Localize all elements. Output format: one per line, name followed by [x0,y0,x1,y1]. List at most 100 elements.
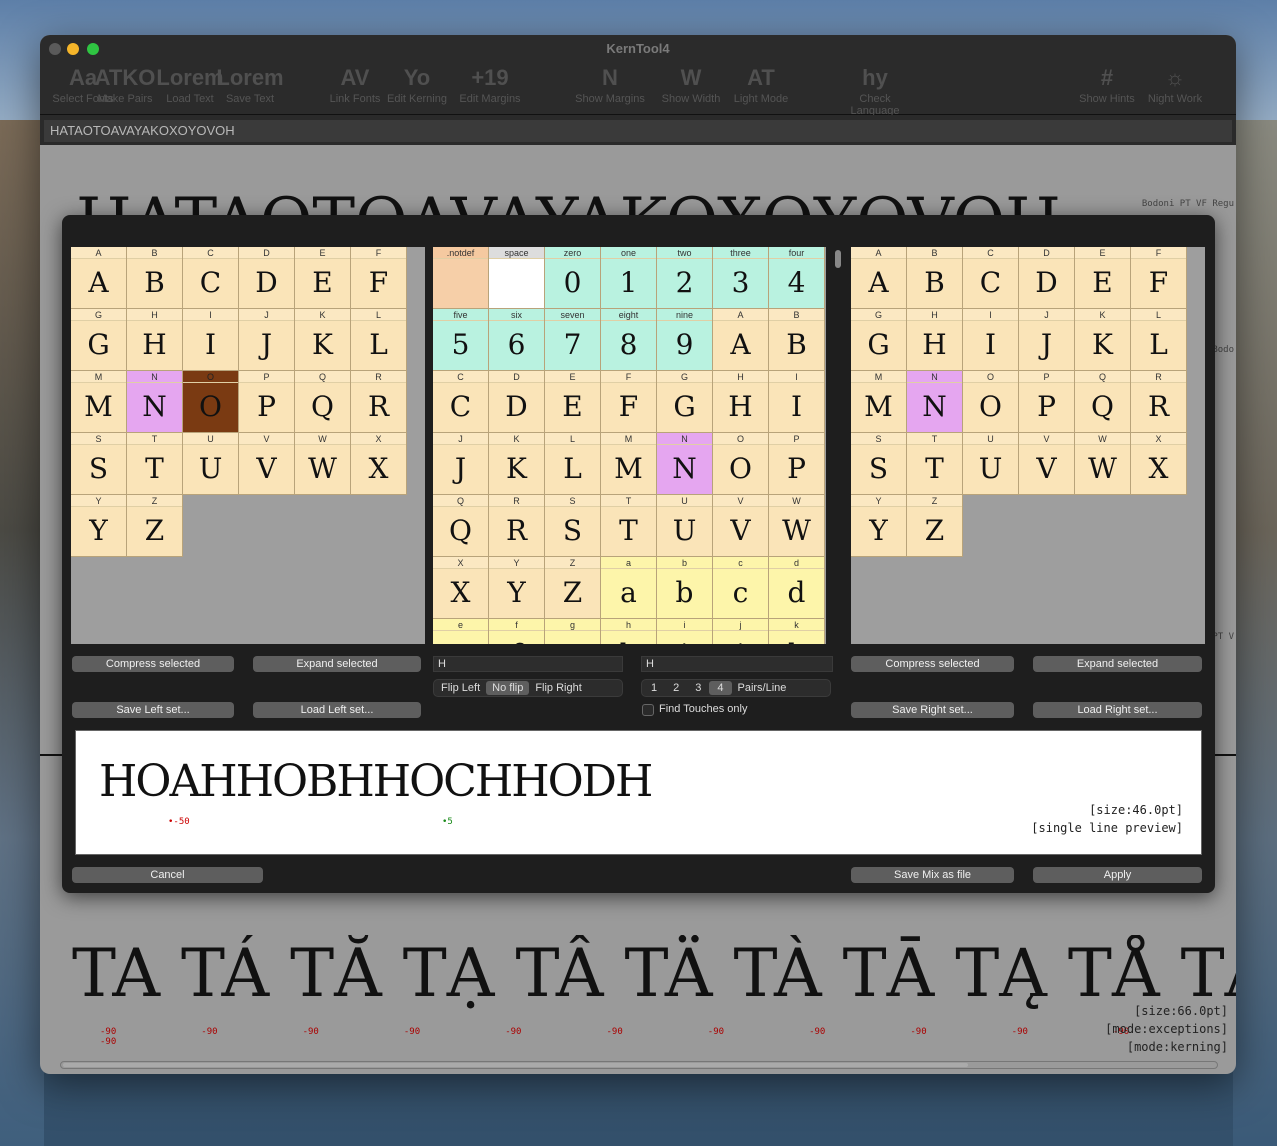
glyph-cell[interactable]: OO [963,371,1019,433]
glyph-cell[interactable]: NN [127,371,183,433]
glyph-cell[interactable]: QQ [433,495,489,557]
glyph-cell[interactable]: PP [769,433,825,495]
toolbar-check-language-button[interactable]: hy Check Language [835,63,915,117]
toolbar-save-text-button[interactable]: Lorem Save Text [210,63,290,105]
glyph-cell[interactable]: WW [295,433,351,495]
glyph-cell[interactable]: AA [713,309,769,371]
toolbar-light-mode-button[interactable]: AT Light Mode [721,63,801,105]
glyph-cell[interactable]: EE [1075,247,1131,309]
glyph-cell[interactable]: KK [1075,309,1131,371]
glyph-cell[interactable]: SS [71,433,127,495]
glyph-cell[interactable]: six 6 [489,309,545,371]
glyph-cell[interactable]: RR [489,495,545,557]
find-touches-checkbox[interactable] [642,704,654,716]
glyph-cell[interactable]: ii [657,619,713,644]
glyph-cell[interactable]: AA [71,247,127,309]
horizontal-scrollbar[interactable] [60,1061,1218,1069]
glyph-cell[interactable]: YY [851,495,907,557]
glyph-cell[interactable]: UU [183,433,239,495]
glyph-cell[interactable]: YY [71,495,127,557]
toolbar-show-width-button[interactable]: W Show Width [651,63,731,105]
glyph-cell[interactable]: DD [239,247,295,309]
glyph-cell[interactable]: GG [851,309,907,371]
glyph-cell[interactable]: TT [127,433,183,495]
pairs-option-3[interactable]: 3 [687,681,709,695]
glyph-cell[interactable]: VV [713,495,769,557]
glyph-cell[interactable]: ZZ [545,557,601,619]
glyph-cell[interactable]: NN [657,433,713,495]
glyph-cell[interactable]: FF [1131,247,1187,309]
glyph-cell[interactable]: JJ [239,309,295,371]
glyph-cell[interactable]: CC [433,371,489,433]
glyph-cell[interactable]: VV [1019,433,1075,495]
glyph-cell[interactable]: QQ [1075,371,1131,433]
expand-selected-right-button[interactable]: Expand selected [1033,656,1202,672]
glyph-cell[interactable]: ee [433,619,489,644]
expand-selected-left-button[interactable]: Expand selected [253,656,421,672]
glyph-cell[interactable]: XX [433,557,489,619]
glyph-cell[interactable]: II [963,309,1019,371]
glyph-cell[interactable]: dd [769,557,825,619]
glyph-cell[interactable]: MM [601,433,657,495]
glyph-cell[interactable]: XX [351,433,407,495]
save-right-set-button[interactable]: Save Right set... [851,702,1014,718]
glyph-cell[interactable]: CC [963,247,1019,309]
glyph-cell[interactable]: aa [601,557,657,619]
load-right-set-button[interactable]: Load Right set... [1033,702,1202,718]
glyph-cell[interactable]: ZZ [907,495,963,557]
glyph-cell[interactable]: EE [545,371,601,433]
left-glyph-panel[interactable]: AABBCCDDEEFFGGHHIIJJKKLLMMNNOOPPQQRRSSTT… [71,247,425,644]
glyph-cell[interactable]: DD [489,371,545,433]
glyph-cell[interactable]: II [769,371,825,433]
glyph-cell[interactable]: BB [907,247,963,309]
glyph-cell[interactable]: HH [127,309,183,371]
left-pattern-field[interactable]: H [433,656,623,672]
compress-selected-right-button[interactable]: Compress selected [851,656,1014,672]
glyph-cell[interactable]: UU [657,495,713,557]
glyph-cell[interactable]: gg [545,619,601,644]
compress-selected-left-button[interactable]: Compress selected [72,656,234,672]
glyph-cell[interactable]: GG [71,309,127,371]
glyph-cell[interactable]: MM [71,371,127,433]
glyph-cell[interactable]: ZZ [127,495,183,557]
glyph-cell[interactable]: OO [713,433,769,495]
glyph-cell[interactable]: three 3 [713,247,769,309]
glyph-cell[interactable]: TT [601,495,657,557]
pairs-option-4[interactable]: 4 [709,681,732,695]
glyph-cell[interactable]: FF [351,247,407,309]
glyph-cell[interactable]: II [183,309,239,371]
glyph-cell[interactable]: jj [713,619,769,644]
glyph-cell[interactable]: kk [769,619,825,644]
glyph-cell[interactable]: RR [351,371,407,433]
toolbar-edit-margins-button[interactable]: +19 Edit Margins [450,63,530,105]
glyph-cell[interactable]: cc [713,557,769,619]
glyph-cell[interactable]: ff [489,619,545,644]
glyph-cell[interactable]: SS [545,495,601,557]
glyph-cell[interactable]: bb [657,557,713,619]
glyph-cell[interactable]: VV [239,433,295,495]
glyph-cell[interactable]: GG [657,371,713,433]
glyph-cell[interactable]: LL [545,433,601,495]
glyph-cell[interactable]: seven 7 [545,309,601,371]
save-left-set-button[interactable]: Save Left set... [72,702,234,718]
glyph-cell[interactable]: RR [1131,371,1187,433]
glyph-cell[interactable]: WW [1075,433,1131,495]
glyph-cell[interactable]: SS [851,433,907,495]
glyph-cell[interactable]: zero 0 [545,247,601,309]
glyph-cell[interactable]: WW [769,495,825,557]
glyph-cell[interactable]: DD [1019,247,1075,309]
cancel-button[interactable]: Cancel [72,867,263,883]
glyph-cell[interactable]: KK [489,433,545,495]
glyph-cell[interactable]: hh [601,619,657,644]
glyph-cell[interactable]: PP [1019,371,1075,433]
center-glyph-panel[interactable]: .notdef space zero 0 one 1 two 2 three 3 four 4 five… [433,247,826,644]
flip-left-option[interactable]: Flip Left [435,681,486,695]
glyph-cell[interactable]: BB [769,309,825,371]
pairs-option-1[interactable]: 1 [643,681,665,695]
pairs-text-field[interactable]: HATAOTOAVAYAKOXOYOVOH [44,120,1232,142]
load-left-set-button[interactable]: Load Left set... [253,702,421,718]
flip-right-option[interactable]: Flip Right [529,681,587,695]
glyph-cell[interactable]: one 1 [601,247,657,309]
glyph-cell[interactable]: four 4 [769,247,825,309]
glyph-cell[interactable]: LL [351,309,407,371]
